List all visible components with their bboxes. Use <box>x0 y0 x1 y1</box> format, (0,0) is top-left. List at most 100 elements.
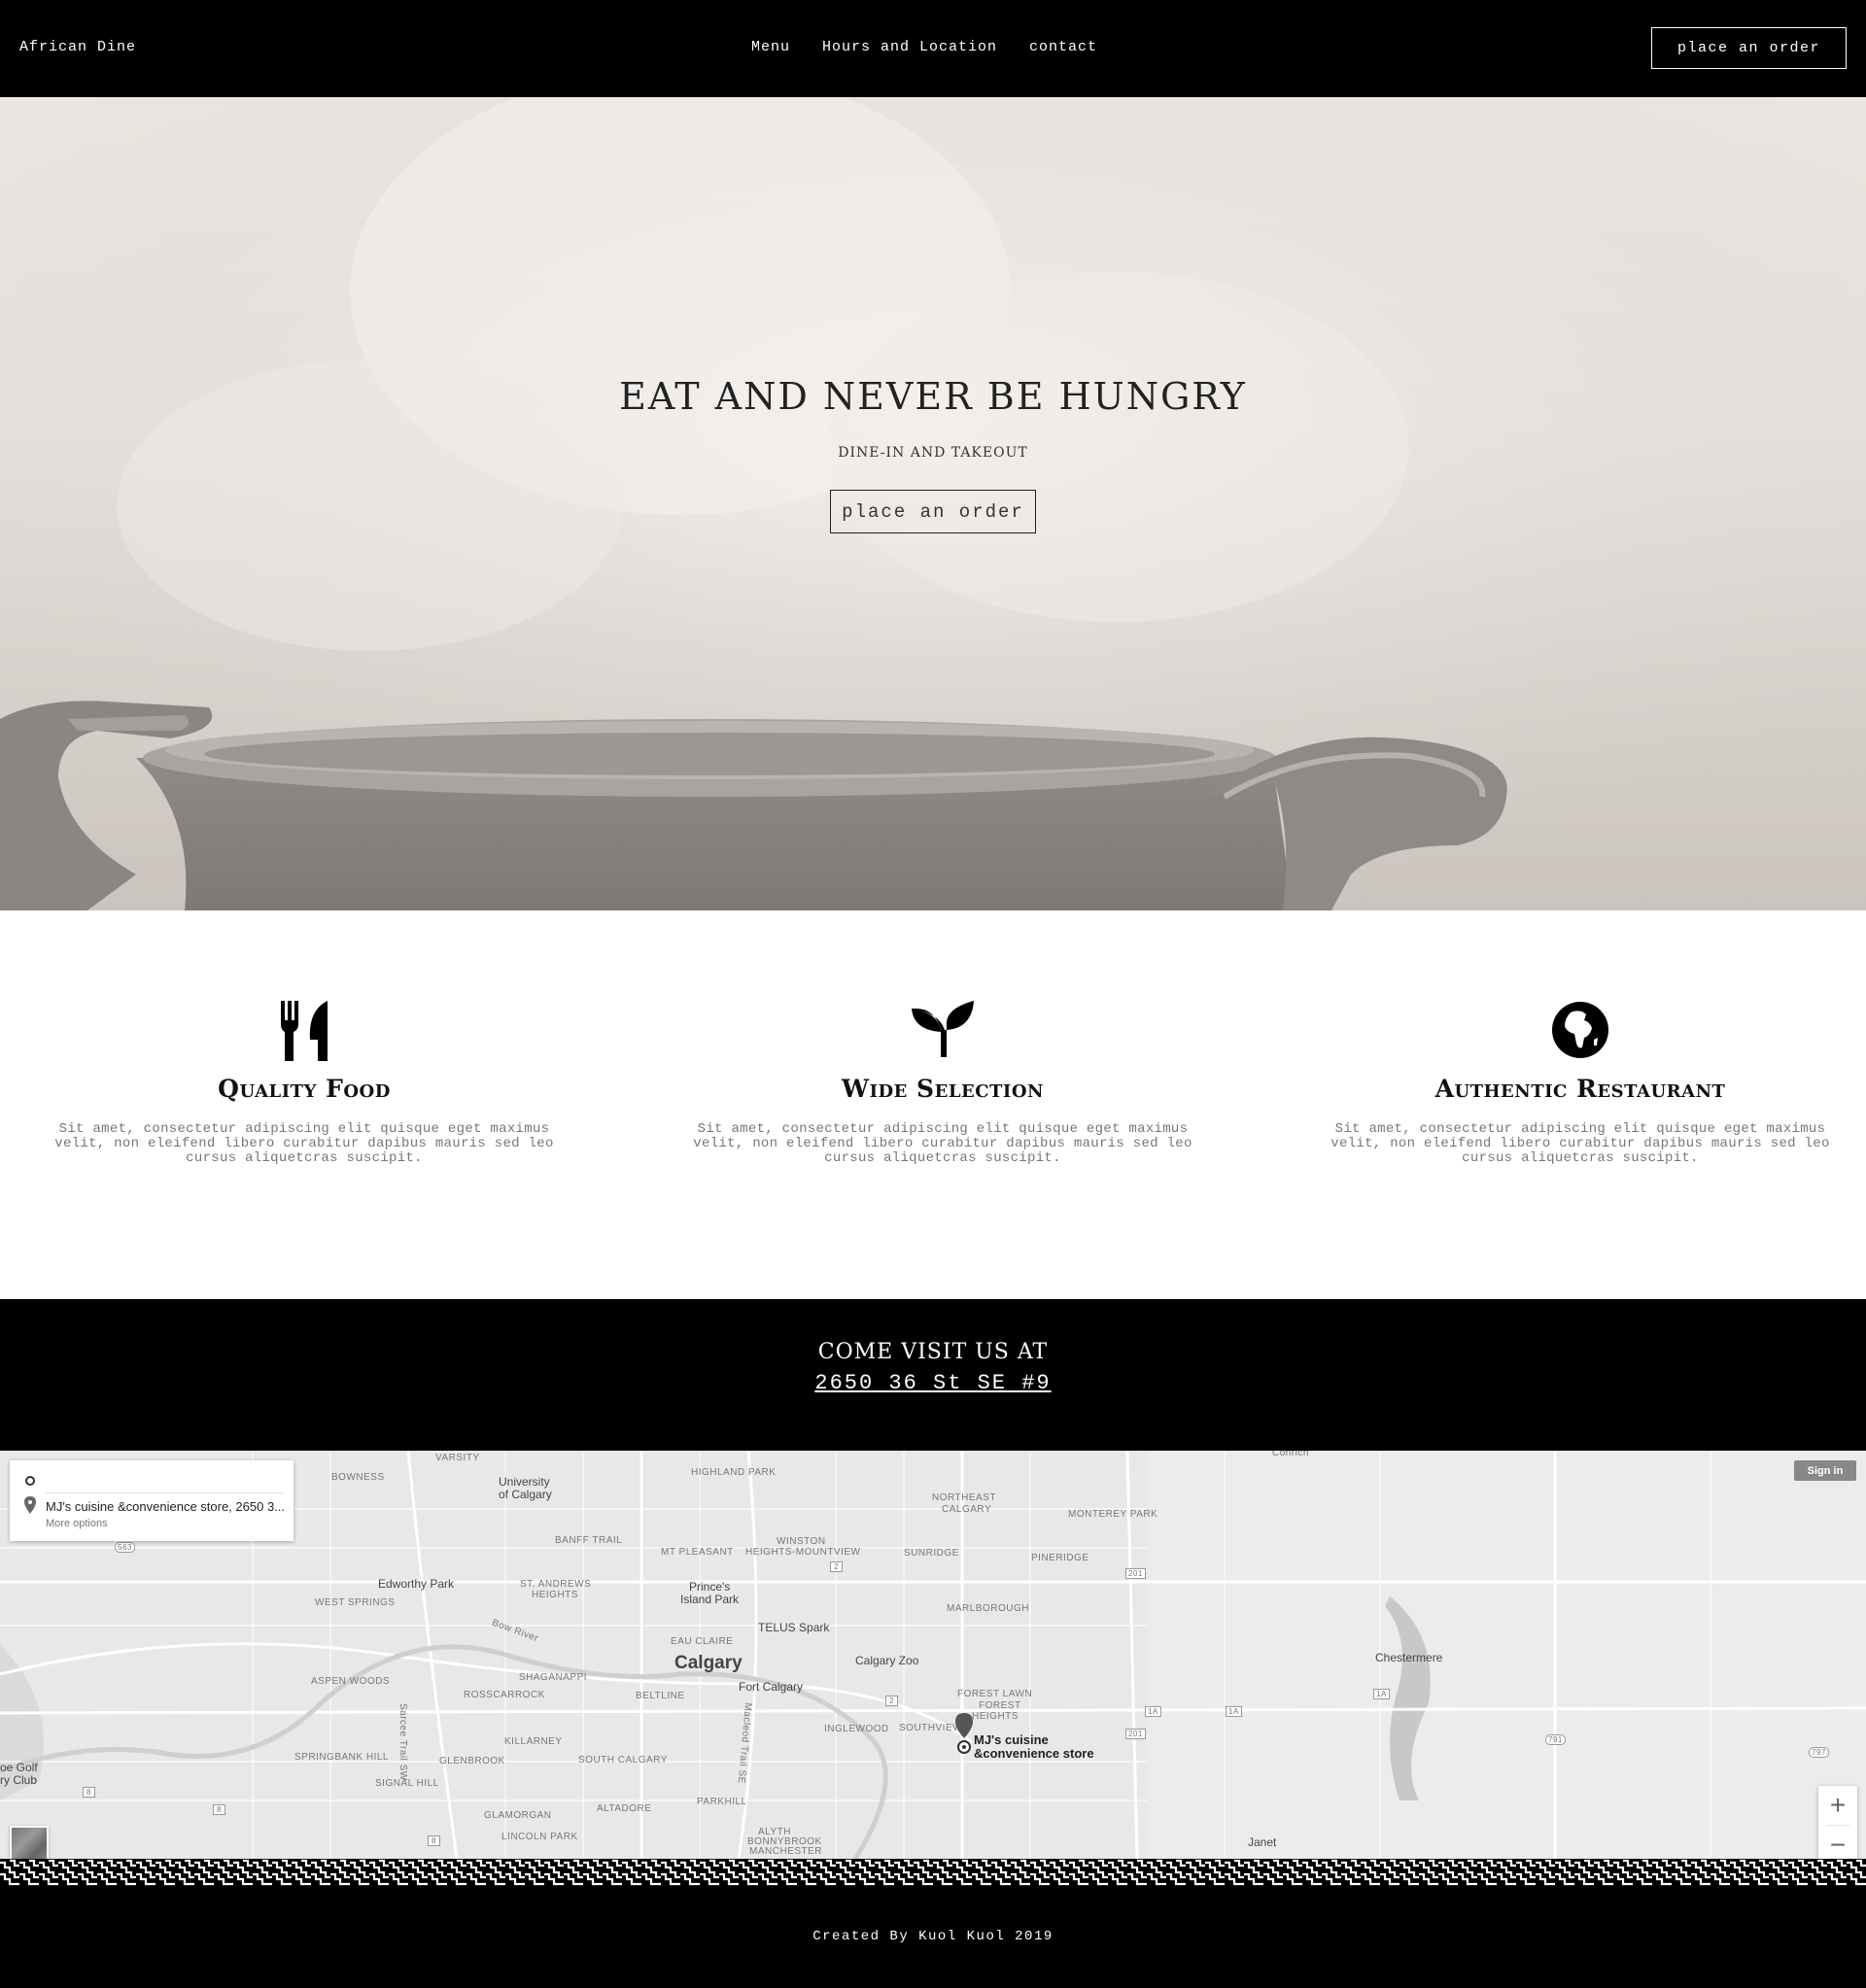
hero-section: EAT AND NEVER BE HUNGRY DINE-IN AND TAKE… <box>0 97 1866 910</box>
map-label: BOWNESS <box>331 1472 385 1483</box>
zoom-out-button[interactable]: − <box>1818 1826 1857 1859</box>
map-label: BANFF TRAIL <box>555 1535 623 1546</box>
map-label: HEIGHTS-MOUNTVIEW <box>745 1547 861 1558</box>
map-label: Sarcee Trail SW <box>397 1703 408 1781</box>
highway-shield: 791 <box>1545 1734 1566 1745</box>
map-label: EAU CLAIRE <box>671 1636 734 1647</box>
highway-shield: 8 <box>83 1787 95 1798</box>
map-label: MT PLEASANT <box>661 1547 734 1558</box>
origin-circle-icon <box>25 1476 35 1486</box>
nav-place-order-button[interactable]: place an order <box>1651 27 1847 69</box>
visit-title: COME VISIT US AT <box>817 1340 1049 1364</box>
map-label: SIGNAL HILL <box>375 1778 439 1789</box>
highway-shield: 563 <box>115 1542 135 1553</box>
zoom-in-button[interactable]: + <box>1818 1786 1857 1825</box>
map-label: MARLBOROUGH <box>947 1603 1029 1614</box>
map-label: Fort Calgary <box>739 1680 804 1694</box>
tribal-pattern-icon <box>0 1859 1866 1888</box>
map-marker-label: MJ's cuisine &convenience store <box>974 1733 1094 1761</box>
map-label: ALTADORE <box>597 1803 652 1814</box>
map-label: University <box>499 1475 550 1489</box>
highway-shield: 2 <box>830 1561 843 1572</box>
map-label: oe Golf <box>0 1761 38 1774</box>
feature-quality-food: Quality Food Sit amet, consectetur adipi… <box>32 1001 576 1166</box>
map-label: ASPEN WOODS <box>311 1676 391 1687</box>
map-label: ST. ANDREWS <box>520 1579 592 1590</box>
nav-link-contact[interactable]: contact <box>1029 39 1097 55</box>
map-label: TELUS Spark <box>758 1621 830 1634</box>
map-label: Janet <box>1248 1835 1277 1849</box>
destination-text[interactable]: MJ's cuisine &convenience store, 2650 3.… <box>46 1499 285 1514</box>
divider <box>46 1492 284 1493</box>
seedling-icon <box>671 1001 1215 1063</box>
map-label: SHAGANAPPI <box>519 1672 588 1683</box>
map-label: MANCHESTER <box>749 1846 823 1857</box>
map-label: NORTHEAST <box>932 1492 996 1503</box>
hero-subtitle: DINE-IN AND TAKEOUT <box>838 445 1028 461</box>
map-label: ry Club <box>0 1773 38 1787</box>
map-label: PINERIDGE <box>1031 1553 1089 1563</box>
map-label: HEIGHTS <box>532 1590 578 1600</box>
map-label: BELTLINE <box>636 1691 685 1701</box>
map-label: SUNRIDGE <box>904 1548 959 1559</box>
map-label: KILLARNEY <box>504 1736 563 1747</box>
feature-title: Quality Food <box>218 1075 391 1103</box>
highway-shield: 2 <box>885 1696 898 1706</box>
globe-africa-icon <box>1308 1001 1852 1063</box>
visit-section: COME VISIT US AT 2650 36 St SE #9 <box>0 1299 1866 1451</box>
hero-title: EAT AND NEVER BE HUNGRY <box>619 375 1247 418</box>
map-label: VARSITY <box>435 1453 480 1463</box>
map-sign-in-button[interactable]: Sign in <box>1794 1460 1856 1481</box>
embedded-map[interactable]: VARSITY BOWNESS University of Calgary HI… <box>0 1451 1866 1859</box>
marker-label-line: &convenience store <box>974 1746 1094 1761</box>
address-link[interactable]: 2650 36 St SE #9 <box>0 1371 1866 1395</box>
marker-label-line: MJ's cuisine <box>974 1732 1049 1747</box>
brand-logo-text[interactable]: African Dine <box>19 39 136 55</box>
feature-wide-selection: Wide Selection Sit amet, consectetur adi… <box>671 1001 1215 1166</box>
satellite-toggle-thumbnail[interactable] <box>10 1826 49 1859</box>
map-label: Calgary <box>674 1653 743 1673</box>
feature-authentic-restaurant: Authentic Restaurant Sit amet, consectet… <box>1308 1001 1852 1166</box>
nav-link-hours-location[interactable]: Hours and Location <box>822 39 997 55</box>
map-label: Edworthy Park <box>378 1577 455 1591</box>
map-label: SOUTH CALGARY <box>578 1755 668 1765</box>
highway-shield: 201 <box>1125 1729 1146 1739</box>
nav-links: Menu Hours and Location contact <box>751 39 1097 55</box>
map-label: FOREST <box>979 1700 1021 1711</box>
map-label: Island Park <box>680 1593 740 1606</box>
feature-description: Sit amet, consectetur adipiscing elit qu… <box>54 1121 554 1166</box>
map-label: of Calgary <box>499 1488 552 1501</box>
map-label: Prince's <box>689 1580 731 1594</box>
map-label: GLAMORGAN <box>484 1810 552 1821</box>
map-label: PARKHILL <box>697 1797 747 1807</box>
map-label: Conrich <box>1272 1451 1309 1458</box>
top-navbar: African Dine Menu Hours and Location con… <box>0 0 1866 97</box>
highway-shield: 1A <box>1373 1689 1390 1699</box>
hero-place-order-button[interactable]: place an order <box>830 490 1036 533</box>
map-label: HIGHLAND PARK <box>691 1467 777 1478</box>
map-label: WEST SPRINGS <box>315 1597 396 1608</box>
map-label: GLENBROOK <box>439 1756 505 1766</box>
highway-shield: 8 <box>428 1835 440 1846</box>
nav-link-menu[interactable]: Menu <box>751 39 790 55</box>
map-label: Calgary Zoo <box>855 1654 919 1667</box>
highway-shield: 8 <box>213 1804 225 1815</box>
map-label: INGLEWOOD <box>824 1724 889 1734</box>
decorative-pattern-band <box>0 1859 1866 1888</box>
highway-shield: 1A <box>1145 1706 1161 1717</box>
map-zoom-controls: + − <box>1818 1786 1857 1859</box>
location-pin-icon[interactable] <box>955 1713 973 1756</box>
map-label: SPRINGBANK HILL <box>294 1752 389 1763</box>
map-directions-card: MJ's cuisine &convenience store, 2650 3.… <box>10 1460 294 1541</box>
footer: Created By Kuol Kuol 2019 <box>0 1888 1866 1988</box>
map-label: SOUTHVIEW <box>899 1723 963 1733</box>
more-options-link[interactable]: More options <box>46 1518 108 1529</box>
map-label: LINCOLN PARK <box>501 1832 578 1842</box>
highway-shield: 797 <box>1809 1747 1829 1758</box>
feature-title: Authentic Restaurant <box>1434 1075 1726 1103</box>
destination-pin-icon <box>24 1496 36 1514</box>
highway-shield: 201 <box>1125 1568 1146 1579</box>
map-label: FOREST LAWN <box>957 1689 1033 1699</box>
map-label: Chestermere <box>1375 1651 1443 1664</box>
feature-title: Wide Selection <box>842 1075 1044 1103</box>
